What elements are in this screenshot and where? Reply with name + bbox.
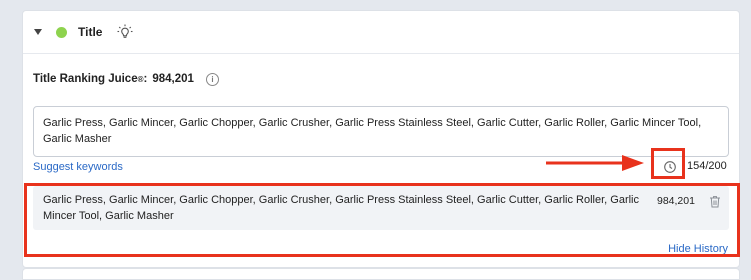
section-title: Title [78,25,103,39]
suggest-keywords-link[interactable]: Suggest keywords [33,161,123,173]
title-input[interactable]: Garlic Press, Garlic Mincer, Garlic Chop… [33,106,729,157]
ranking-juice-value: 984,201 [152,73,194,85]
lightbulb-icon[interactable] [116,23,134,41]
section-header[interactable]: Title [23,11,739,54]
chevron-down-icon[interactable] [34,29,42,35]
ranking-juice-colon: : [143,73,148,85]
hide-history-link[interactable]: Hide History [668,243,728,255]
trash-icon[interactable] [709,195,721,208]
history-clock-icon [663,160,676,173]
character-counter: 154/200 [687,160,727,172]
history-button[interactable] [657,154,682,179]
info-icon[interactable]: i [205,72,219,86]
next-section-panel [22,268,740,280]
title-section-panel: Title Title Ranking Juice ® : 984,201 i … [22,10,740,268]
history-entry-score: 984,201 [657,195,695,207]
status-dot-icon [56,26,67,38]
ranking-juice-label: Title Ranking Juice [33,73,138,85]
annotation-arrow [546,155,644,171]
history-entry-text: Garlic Press, Garlic Mincer, Garlic Chop… [43,194,640,222]
history-entry[interactable]: Garlic Press, Garlic Mincer, Garlic Chop… [33,186,729,230]
ranking-juice-row: Title Ranking Juice ® : 984,201 i [33,70,219,88]
